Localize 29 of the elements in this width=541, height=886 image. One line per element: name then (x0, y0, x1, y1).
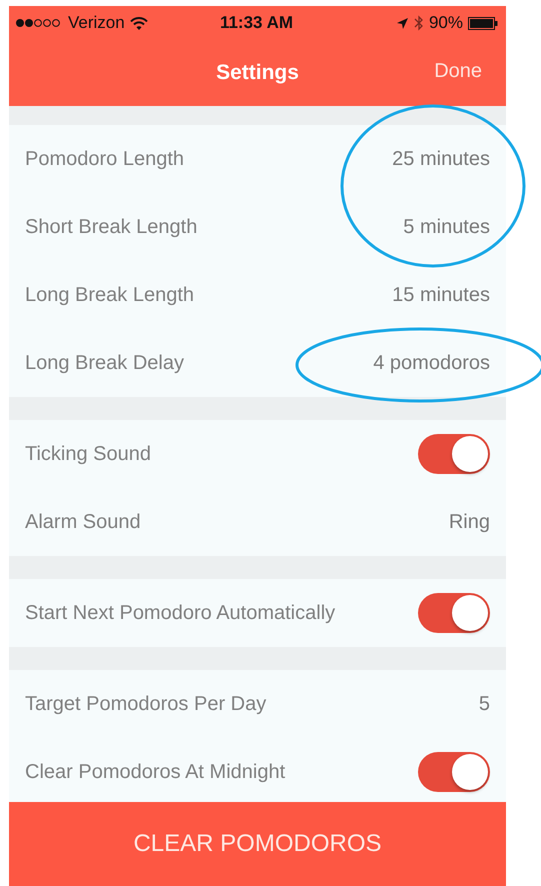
setting-label: Pomodoro Length (25, 148, 184, 170)
setting-label: Long Break Length (25, 284, 194, 306)
setting-value[interactable]: 5 minutes (403, 216, 490, 238)
status-time: 11:33 AM (220, 13, 294, 33)
toggle-switch[interactable] (418, 593, 490, 633)
setting-value[interactable]: 25 minutes (392, 148, 490, 170)
battery-percent: 90% (428, 13, 463, 33)
bluetooth-icon (414, 15, 424, 31)
toggle-switch[interactable] (418, 434, 490, 474)
location-arrow-icon (396, 16, 409, 30)
signal-icon (15, 18, 63, 28)
setting-label: Start Next Pomodoro Automatically (25, 602, 336, 624)
done-button[interactable]: Done (434, 60, 482, 83)
setting-label: Alarm Sound (25, 510, 141, 534)
setting-label: Clear Pomodoros At Midnight (25, 760, 286, 784)
setting-label: Long Break Delay (25, 352, 184, 374)
setting-label: Short Break Length (25, 216, 198, 238)
clear-pomodoros-button[interactable]: CLEAR POMODOROS (9, 802, 506, 886)
setting-value[interactable]: 5 (478, 692, 490, 716)
setting-label: Target Pomodoros Per Day (25, 692, 266, 716)
wifi-icon (130, 16, 148, 30)
setting-label: Ticking Sound (25, 442, 151, 466)
setting-value[interactable]: 4 pomodoros (373, 352, 490, 374)
carrier-name: Verizon (68, 13, 125, 33)
screen-title: Settings (216, 61, 299, 85)
toggle-switch[interactable] (418, 752, 490, 792)
setting-value[interactable]: Ring (448, 510, 490, 534)
battery-icon (468, 16, 498, 30)
setting-value[interactable]: 15 minutes (392, 284, 490, 306)
